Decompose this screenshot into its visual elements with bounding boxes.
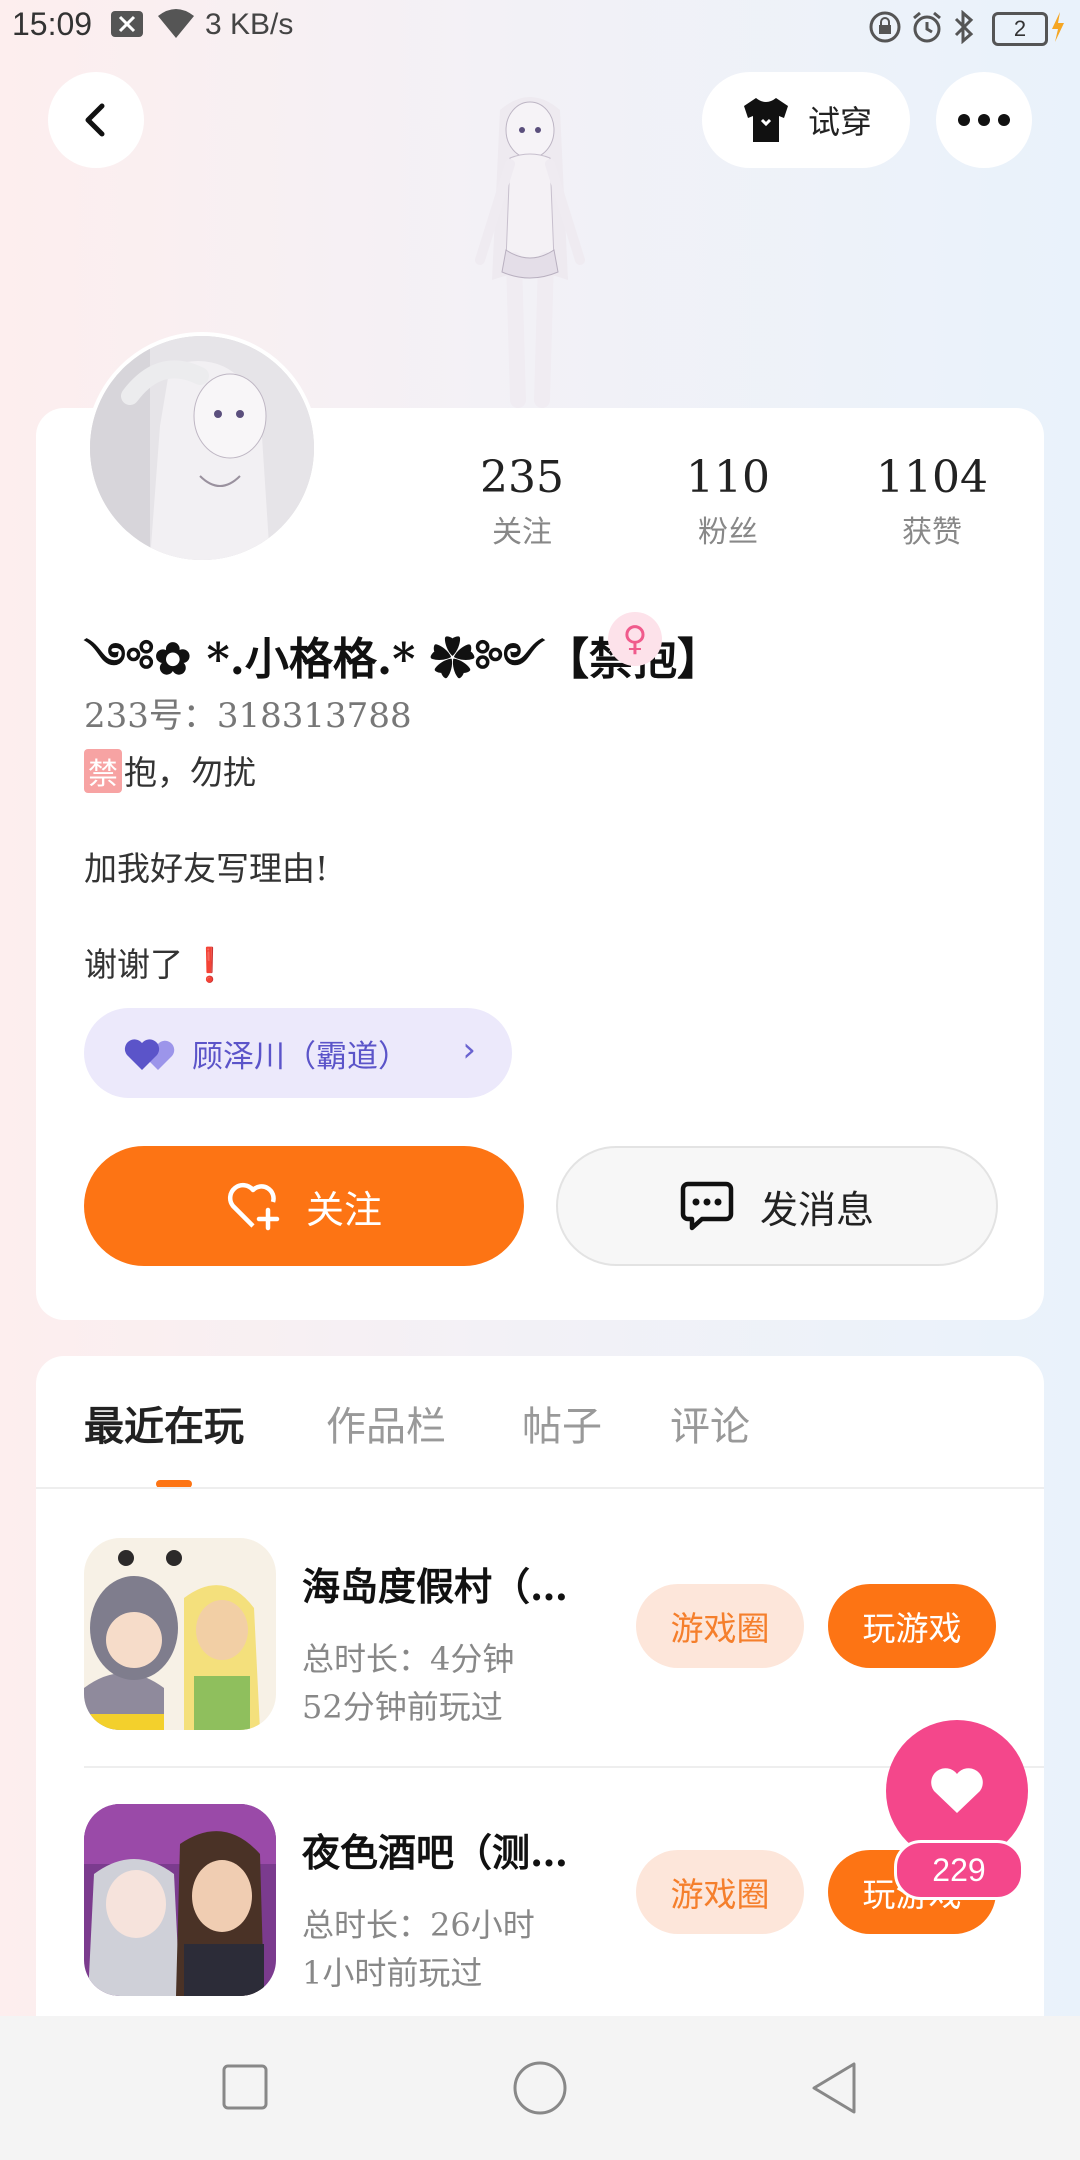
bio-line-3-text: 谢谢了: [84, 945, 183, 984]
game-row[interactable]: 夜色酒吧（测… 总时长：26小时 1小时前玩过 游戏圈 玩游戏: [84, 1804, 996, 2000]
more-button[interactable]: [936, 72, 1032, 168]
stat-followers-value: 110: [686, 452, 770, 503]
game-row[interactable]: 海岛度假村（… 总时长：4分钟 52分钟前玩过 游戏圈 玩游戏: [84, 1538, 996, 1734]
stat-likes[interactable]: 1104 获赞: [842, 452, 1022, 551]
back-nav-icon[interactable]: [808, 2060, 860, 2116]
stat-followers[interactable]: 110 粉丝: [638, 452, 818, 551]
game-icon[interactable]: [84, 1804, 276, 1996]
game-circle-button[interactable]: 游戏圈: [636, 1584, 804, 1668]
game-duration: 总时长：4分钟: [302, 1640, 515, 1678]
stat-following-label: 关注: [492, 515, 552, 550]
bluetooth-icon: [952, 9, 976, 52]
game-title: 海岛度假村（…: [302, 1564, 569, 1609]
heart-icon: [931, 1768, 983, 1813]
game-last-played: 1小时前玩过: [302, 1954, 483, 1992]
chevron-right-icon: ›: [462, 1030, 476, 1070]
like-count: 229: [894, 1840, 1024, 1900]
message-label: 发消息: [759, 1187, 874, 1232]
home-icon[interactable]: [512, 2060, 568, 2116]
double-heart-icon: [124, 1039, 175, 1070]
tab-posts[interactable]: 帖子: [522, 1394, 602, 1452]
alarm-icon: [910, 10, 944, 52]
cp-name: 顾泽川（霸道）: [192, 1038, 409, 1075]
bio-line-1: 禁抱，勿扰: [84, 746, 256, 794]
tab-recently-played[interactable]: 最近在玩: [84, 1394, 244, 1452]
game-last-played: 52分钟前玩过: [302, 1688, 503, 1726]
stat-likes-label: 获赞: [902, 515, 962, 550]
game-duration: 总时长：26小时: [302, 1906, 535, 1944]
bio-line-3: 谢谢了 ❗: [84, 938, 230, 986]
game-circle-button[interactable]: 游戏圈: [636, 1850, 804, 1934]
exclamation-emoji: ❗: [189, 945, 231, 984]
network-speed: 3 KB/s: [205, 8, 294, 41]
more-icon: [958, 114, 1010, 126]
message-button[interactable]: 发消息: [556, 1146, 998, 1266]
wifi-icon: [156, 6, 196, 48]
play-game-button[interactable]: 玩游戏: [828, 1584, 996, 1668]
cp-relationship-tag[interactable]: 顾泽川（霸道） ›: [84, 1008, 512, 1098]
tab-works[interactable]: 作品栏: [326, 1394, 446, 1452]
notification-muted-icon: [110, 10, 144, 46]
charging-icon: [1050, 12, 1066, 50]
bio-line-2: 加我好友写理由!: [84, 849, 329, 888]
tab-divider: [36, 1487, 1044, 1489]
back-button[interactable]: [48, 72, 144, 168]
avatar-image: [90, 336, 314, 560]
system-nav-bar: [0, 2016, 1080, 2160]
tryon-button[interactable]: 试穿: [702, 72, 910, 168]
status-time: 15:09: [12, 6, 93, 42]
status-bar: 15:09 3 KB/s 2: [0, 0, 1080, 56]
female-icon: ♀: [608, 612, 662, 666]
stat-likes-value: 1104: [876, 452, 988, 503]
lock-rotation-icon: [868, 10, 902, 52]
ban-tag: 禁: [84, 749, 122, 793]
stat-following-value: 235: [480, 452, 564, 503]
follow-button[interactable]: 关注: [84, 1146, 524, 1266]
tryon-label: 试穿: [807, 103, 872, 141]
battery-icon: 2: [992, 12, 1048, 46]
stat-followers-label: 粉丝: [698, 515, 758, 550]
game-title: 夜色酒吧（测…: [302, 1830, 569, 1875]
stat-following[interactable]: 235 关注: [432, 452, 612, 551]
game-icon[interactable]: [84, 1538, 276, 1730]
recents-icon[interactable]: [222, 2064, 268, 2110]
avatar-3d-figure[interactable]: [440, 90, 620, 410]
bio-line-1-text: 抱，勿扰: [124, 753, 256, 792]
heart-add-icon: [227, 1182, 280, 1231]
follow-label: 关注: [305, 1187, 382, 1232]
avatar[interactable]: [86, 332, 318, 564]
user-id: 233号：318313788: [84, 696, 412, 736]
chevron-left-icon: [85, 103, 105, 137]
tshirt-icon: [743, 98, 788, 142]
tab-comments[interactable]: 评论: [670, 1394, 750, 1452]
chat-icon: [680, 1181, 734, 1231]
